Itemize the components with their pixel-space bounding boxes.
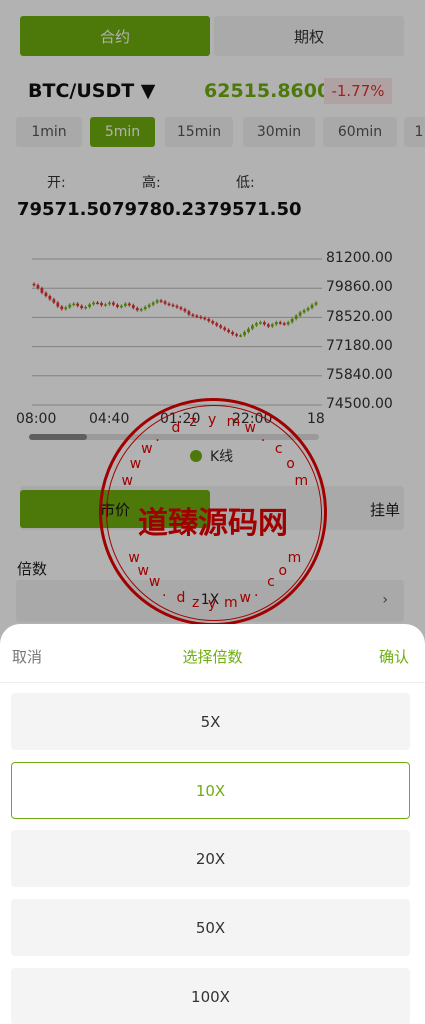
divider — [0, 682, 425, 683]
trading-screen: { "tabs": {"contract": "合约", "options": … — [0, 0, 425, 1024]
leverage-sheet: 取消 选择倍数 确认 5X 10X 20X 50X 100X — [0, 624, 425, 1024]
leverage-option-50x[interactable]: 50X — [11, 899, 410, 956]
leverage-option-100x[interactable]: 100X — [11, 968, 410, 1024]
leverage-option-10x[interactable]: 10X — [11, 762, 410, 819]
leverage-option-5x[interactable]: 5X — [11, 693, 410, 750]
confirm-button[interactable]: 确认 — [379, 646, 409, 667]
leverage-option-20x[interactable]: 20X — [11, 830, 410, 887]
sheet-title: 选择倍数 — [182, 648, 243, 666]
